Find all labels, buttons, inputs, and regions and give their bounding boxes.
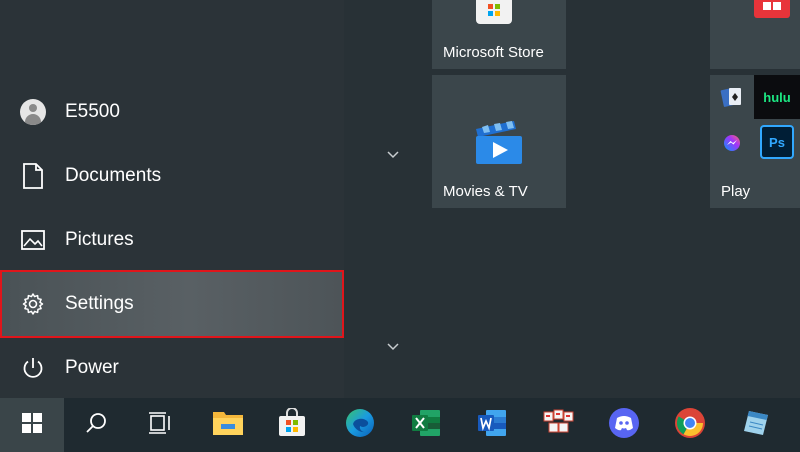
typing-app-button[interactable] [526, 398, 590, 452]
edge-icon [344, 407, 376, 444]
user-avatar-icon [20, 99, 46, 125]
movies-tv-label: Movies & TV [443, 183, 528, 200]
notepad-button[interactable] [724, 398, 788, 452]
word-button[interactable] [460, 398, 524, 452]
settings-label: Settings [65, 293, 134, 314]
power-item[interactable]: Power [0, 336, 344, 400]
documents-item[interactable]: Documents [0, 144, 344, 208]
microsoft-store-label: Microsoft Store [443, 44, 544, 61]
photoshop-icon: Ps [760, 125, 794, 159]
power-label: Power [65, 357, 119, 378]
power-icon [20, 355, 46, 381]
user-name-label: E5500 [65, 101, 120, 122]
file-explorer-button[interactable] [196, 398, 260, 452]
hulu-icon: hulu [754, 75, 800, 119]
movies-tv-tile[interactable]: Movies & TV [432, 75, 566, 208]
task-view-button[interactable] [128, 398, 192, 452]
microsoft-store-icon [277, 406, 307, 443]
photoshop-logo-text: Ps [769, 134, 785, 150]
red-app-icon [754, 0, 790, 18]
play-label: Play [721, 183, 751, 200]
discord-icon [608, 407, 640, 444]
app-tile-partial[interactable] [710, 0, 800, 69]
chevron-down-icon[interactable] [386, 340, 400, 354]
gear-icon [20, 291, 46, 317]
word-icon [477, 409, 507, 442]
taskbar [0, 398, 800, 452]
chrome-button[interactable] [658, 398, 722, 452]
edge-button[interactable] [328, 398, 392, 452]
chevron-down-icon[interactable] [386, 148, 400, 162]
search-icon [84, 411, 108, 440]
solitaire-icon [720, 85, 744, 109]
settings-item[interactable]: Settings [0, 270, 344, 338]
pictures-label: Pictures [65, 229, 134, 250]
documents-label: Documents [65, 165, 162, 186]
microsoft-store-tile[interactable]: Microsoft Store [432, 0, 566, 69]
microsoft-store-icon [476, 0, 512, 24]
messenger-icon [722, 133, 742, 153]
picture-icon [20, 227, 46, 253]
windows-start-icon [21, 412, 43, 439]
hulu-logo-text: hulu [763, 89, 791, 105]
task-view-icon [148, 411, 172, 439]
search-button[interactable] [64, 398, 128, 452]
play-folder-tile[interactable]: hulu Ps Play [710, 75, 800, 208]
typing-app-icon [542, 409, 574, 442]
excel-icon [411, 409, 441, 442]
movies-tv-icon [474, 119, 524, 170]
document-icon [20, 163, 46, 189]
excel-button[interactable] [394, 398, 458, 452]
file-explorer-icon [212, 409, 244, 442]
start-menu-rail: E5500 Documents Pictures Settings Power [0, 0, 344, 398]
app-list-column [344, 0, 430, 398]
chrome-icon [674, 407, 706, 444]
start-button[interactable] [0, 398, 64, 452]
pictures-item[interactable]: Pictures [0, 208, 344, 272]
microsoft-store-taskbar-button[interactable] [260, 398, 324, 452]
notepad-icon [741, 408, 771, 443]
discord-button[interactable] [592, 398, 656, 452]
user-account-item[interactable]: E5500 [0, 80, 344, 144]
